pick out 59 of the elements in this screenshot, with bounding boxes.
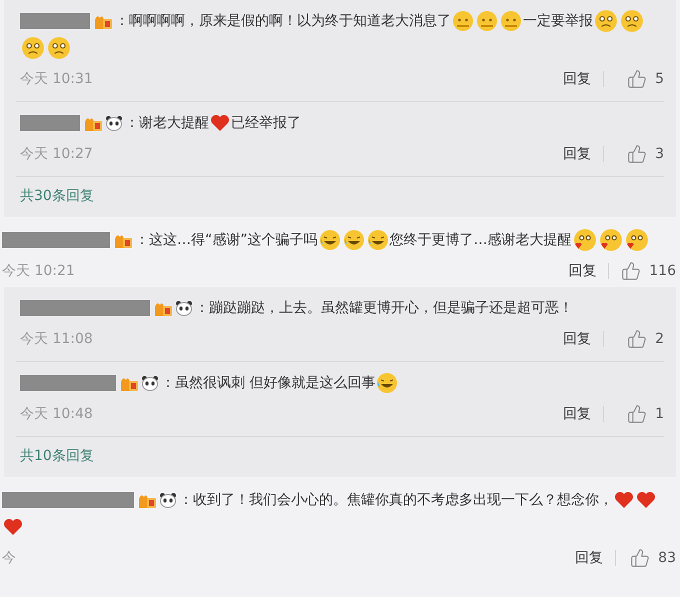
like-count: 1 xyxy=(655,406,664,422)
worried-emoji-icon xyxy=(500,10,522,32)
blushing-emoji-icon xyxy=(598,228,623,252)
sad-emoji-icon xyxy=(620,9,644,34)
like-icon[interactable] xyxy=(630,548,650,568)
laughing-emoji-icon xyxy=(376,372,398,394)
comment-text: ：谢老大提醒 xyxy=(125,115,209,131)
panda-icon xyxy=(105,115,123,132)
comment-text: ：啊啊啊啊，原来是假的啊！以为终于知道老大消息了 xyxy=(115,13,451,29)
timestamp: 今天 11:08 xyxy=(20,330,94,348)
like-icon[interactable] xyxy=(627,144,648,164)
sad-emoji-icon xyxy=(47,36,71,60)
sad-emoji-icon xyxy=(21,36,45,60)
panda-icon xyxy=(175,300,193,316)
comment-text: ：蹦跶蹦跶，上去。虽然罐更博开心，但是骗子还是超可恶！ xyxy=(195,300,573,316)
like-count: 5 xyxy=(655,70,664,86)
like-count: 2 xyxy=(655,330,664,346)
like-icon[interactable] xyxy=(627,404,648,424)
comment-text: ：这这…得“感谢”这个骗子吗 xyxy=(135,232,318,248)
reply-link[interactable]: 回复 xyxy=(563,146,604,162)
like-count: 116 xyxy=(649,262,676,278)
heart-icon xyxy=(210,114,230,132)
laughing-emoji-icon xyxy=(318,229,341,252)
heart-icon xyxy=(3,518,23,536)
blushing-emoji-icon xyxy=(572,228,597,252)
timestamp: 今天 10:27 xyxy=(20,144,94,162)
comment-text: ：虽然很讽刺 但好像就是这么回事 xyxy=(161,375,376,391)
reply-link[interactable]: 回复 xyxy=(563,406,604,422)
like-icon[interactable] xyxy=(621,260,642,280)
worried-emoji-icon xyxy=(452,10,474,32)
panda-icon xyxy=(159,492,177,508)
timestamp: 今天 10:31 xyxy=(20,70,94,88)
comment-text: ：收到了！我们会小心的。焦罐你真的不考虑多出现一下么？想念你， xyxy=(179,492,613,508)
more-replies-link[interactable]: 共10条回复 xyxy=(16,437,664,469)
heart-icon xyxy=(614,491,634,510)
blushing-emoji-icon xyxy=(624,228,649,252)
panda-icon xyxy=(141,375,159,392)
reply-link[interactable]: 回复 xyxy=(575,550,616,566)
like-icon[interactable] xyxy=(627,68,648,88)
blurred-username xyxy=(20,115,80,132)
laughing-emoji-icon xyxy=(342,229,365,252)
comment-text: 一定要举报 xyxy=(523,13,593,29)
more-replies-link[interactable]: 共30条回复 xyxy=(16,177,664,209)
reply-link[interactable]: 回复 xyxy=(568,262,610,278)
timestamp: 今天 10:48 xyxy=(20,404,94,422)
like-count: 83 xyxy=(658,550,676,566)
comment-text: 您终于更博了…感谢老大提醒 xyxy=(390,232,572,248)
timestamp: 今 xyxy=(2,548,17,566)
sad-emoji-icon xyxy=(594,9,618,34)
reply-link[interactable]: 回复 xyxy=(563,330,604,346)
laughing-emoji-icon xyxy=(366,229,389,252)
worried-emoji-icon xyxy=(476,10,498,32)
comment-text: 已经举报了 xyxy=(231,115,301,131)
heart-icon xyxy=(636,491,656,510)
blurred-username xyxy=(20,13,90,30)
like-icon[interactable] xyxy=(627,328,648,348)
timestamp: 今天 10:21 xyxy=(2,262,76,280)
reply-link[interactable]: 回复 xyxy=(563,70,604,86)
like-count: 3 xyxy=(655,146,664,162)
